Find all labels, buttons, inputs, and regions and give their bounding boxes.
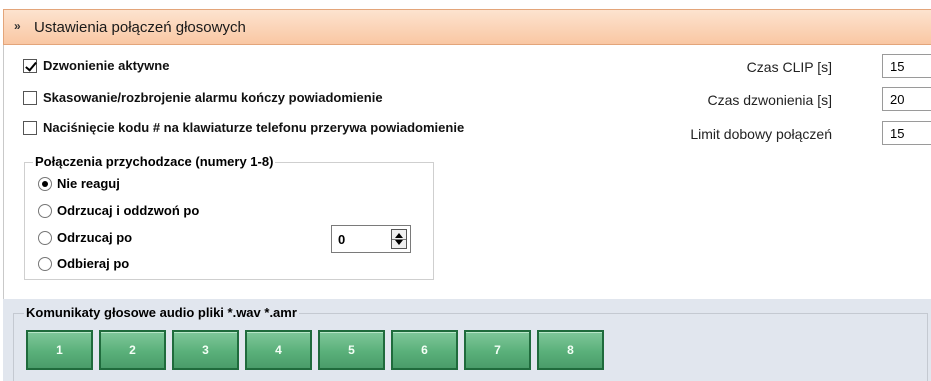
clip-time-label: Czas CLIP [s]: [746, 59, 832, 75]
audio-button-5[interactable]: 5: [318, 330, 385, 370]
audio-button-6[interactable]: 6: [391, 330, 458, 370]
section-title: Ustawienia połączeń głosowych: [34, 19, 246, 36]
checkbox-box[interactable]: [23, 90, 37, 105]
spinner-up-icon[interactable]: [395, 233, 403, 238]
spinner-buttons[interactable]: [391, 229, 407, 249]
checkbox-hash-interrupts[interactable]: Naciśnięcie kodu # na klawiaturze telefo…: [23, 120, 464, 135]
audio-button-7[interactable]: 7: [464, 330, 531, 370]
radio-button[interactable]: [38, 256, 52, 271]
collapse-chevron-icon[interactable]: »: [14, 19, 21, 33]
checkbox-ringing-active[interactable]: Dzwonienie aktywne: [23, 58, 169, 73]
radio-reject-after[interactable]: Odrzucaj po: [38, 230, 132, 245]
audio-button-4[interactable]: 4: [245, 330, 312, 370]
audio-buttons: 1 2 3 4 5 6 7 8: [26, 330, 604, 370]
incoming-calls-group: Połączenia przychodzace (numery 1-8) Nie…: [24, 154, 434, 280]
radio-no-reaction[interactable]: Nie reaguj: [38, 176, 120, 191]
checkbox-box[interactable]: [23, 58, 37, 73]
radio-button[interactable]: [38, 230, 52, 245]
radio-label: Odrzucaj i oddzwoń po: [57, 203, 200, 218]
checkbox-box[interactable]: [23, 120, 37, 135]
radio-button[interactable]: [38, 176, 52, 191]
checkbox-label: Skasowanie/rozbrojenie alarmu kończy pow…: [43, 90, 383, 105]
radio-label: Odbieraj po: [57, 256, 130, 271]
checkbox-label: Dzwonienie aktywne: [43, 58, 170, 73]
ring-time-label: Czas dzwonienia [s]: [707, 92, 832, 108]
clip-time-input[interactable]: 15: [882, 54, 931, 78]
audio-messages-group: Komunikaty głosowe audio pliki *.wav *.a…: [13, 305, 928, 381]
radio-label: Nie reaguj: [57, 176, 120, 191]
spinner-down-icon[interactable]: [395, 240, 403, 245]
spinner-value[interactable]: 0: [338, 232, 345, 247]
ring-time-input[interactable]: 20: [882, 87, 931, 111]
audio-button-1[interactable]: 1: [26, 330, 93, 370]
incoming-calls-title: Połączenia przychodzace (numery 1-8): [33, 154, 276, 169]
delay-spinner[interactable]: 0: [331, 225, 411, 253]
radio-answer-after[interactable]: Odbieraj po: [38, 256, 129, 271]
daily-limit-label: Limit dobowy połączeń: [690, 126, 832, 142]
checkbox-alarm-ends-notification[interactable]: Skasowanie/rozbrojenie alarmu kończy pow…: [23, 90, 383, 105]
radio-button[interactable]: [38, 203, 52, 218]
audio-button-2[interactable]: 2: [99, 330, 166, 370]
radio-reject-callback[interactable]: Odrzucaj i oddzwoń po: [38, 203, 199, 218]
audio-messages-title: Komunikaty głosowe audio pliki *.wav *.a…: [24, 305, 299, 320]
daily-limit-input[interactable]: 15: [882, 121, 931, 145]
radio-label: Odrzucaj po: [57, 230, 133, 245]
checkbox-label: Naciśnięcie kodu # na klawiaturze telefo…: [43, 120, 465, 135]
section-header[interactable]: » Ustawienia połączeń głosowych: [3, 9, 931, 45]
audio-button-8[interactable]: 8: [537, 330, 604, 370]
audio-messages-area: Komunikaty głosowe audio pliki *.wav *.a…: [3, 299, 931, 381]
audio-button-3[interactable]: 3: [172, 330, 239, 370]
